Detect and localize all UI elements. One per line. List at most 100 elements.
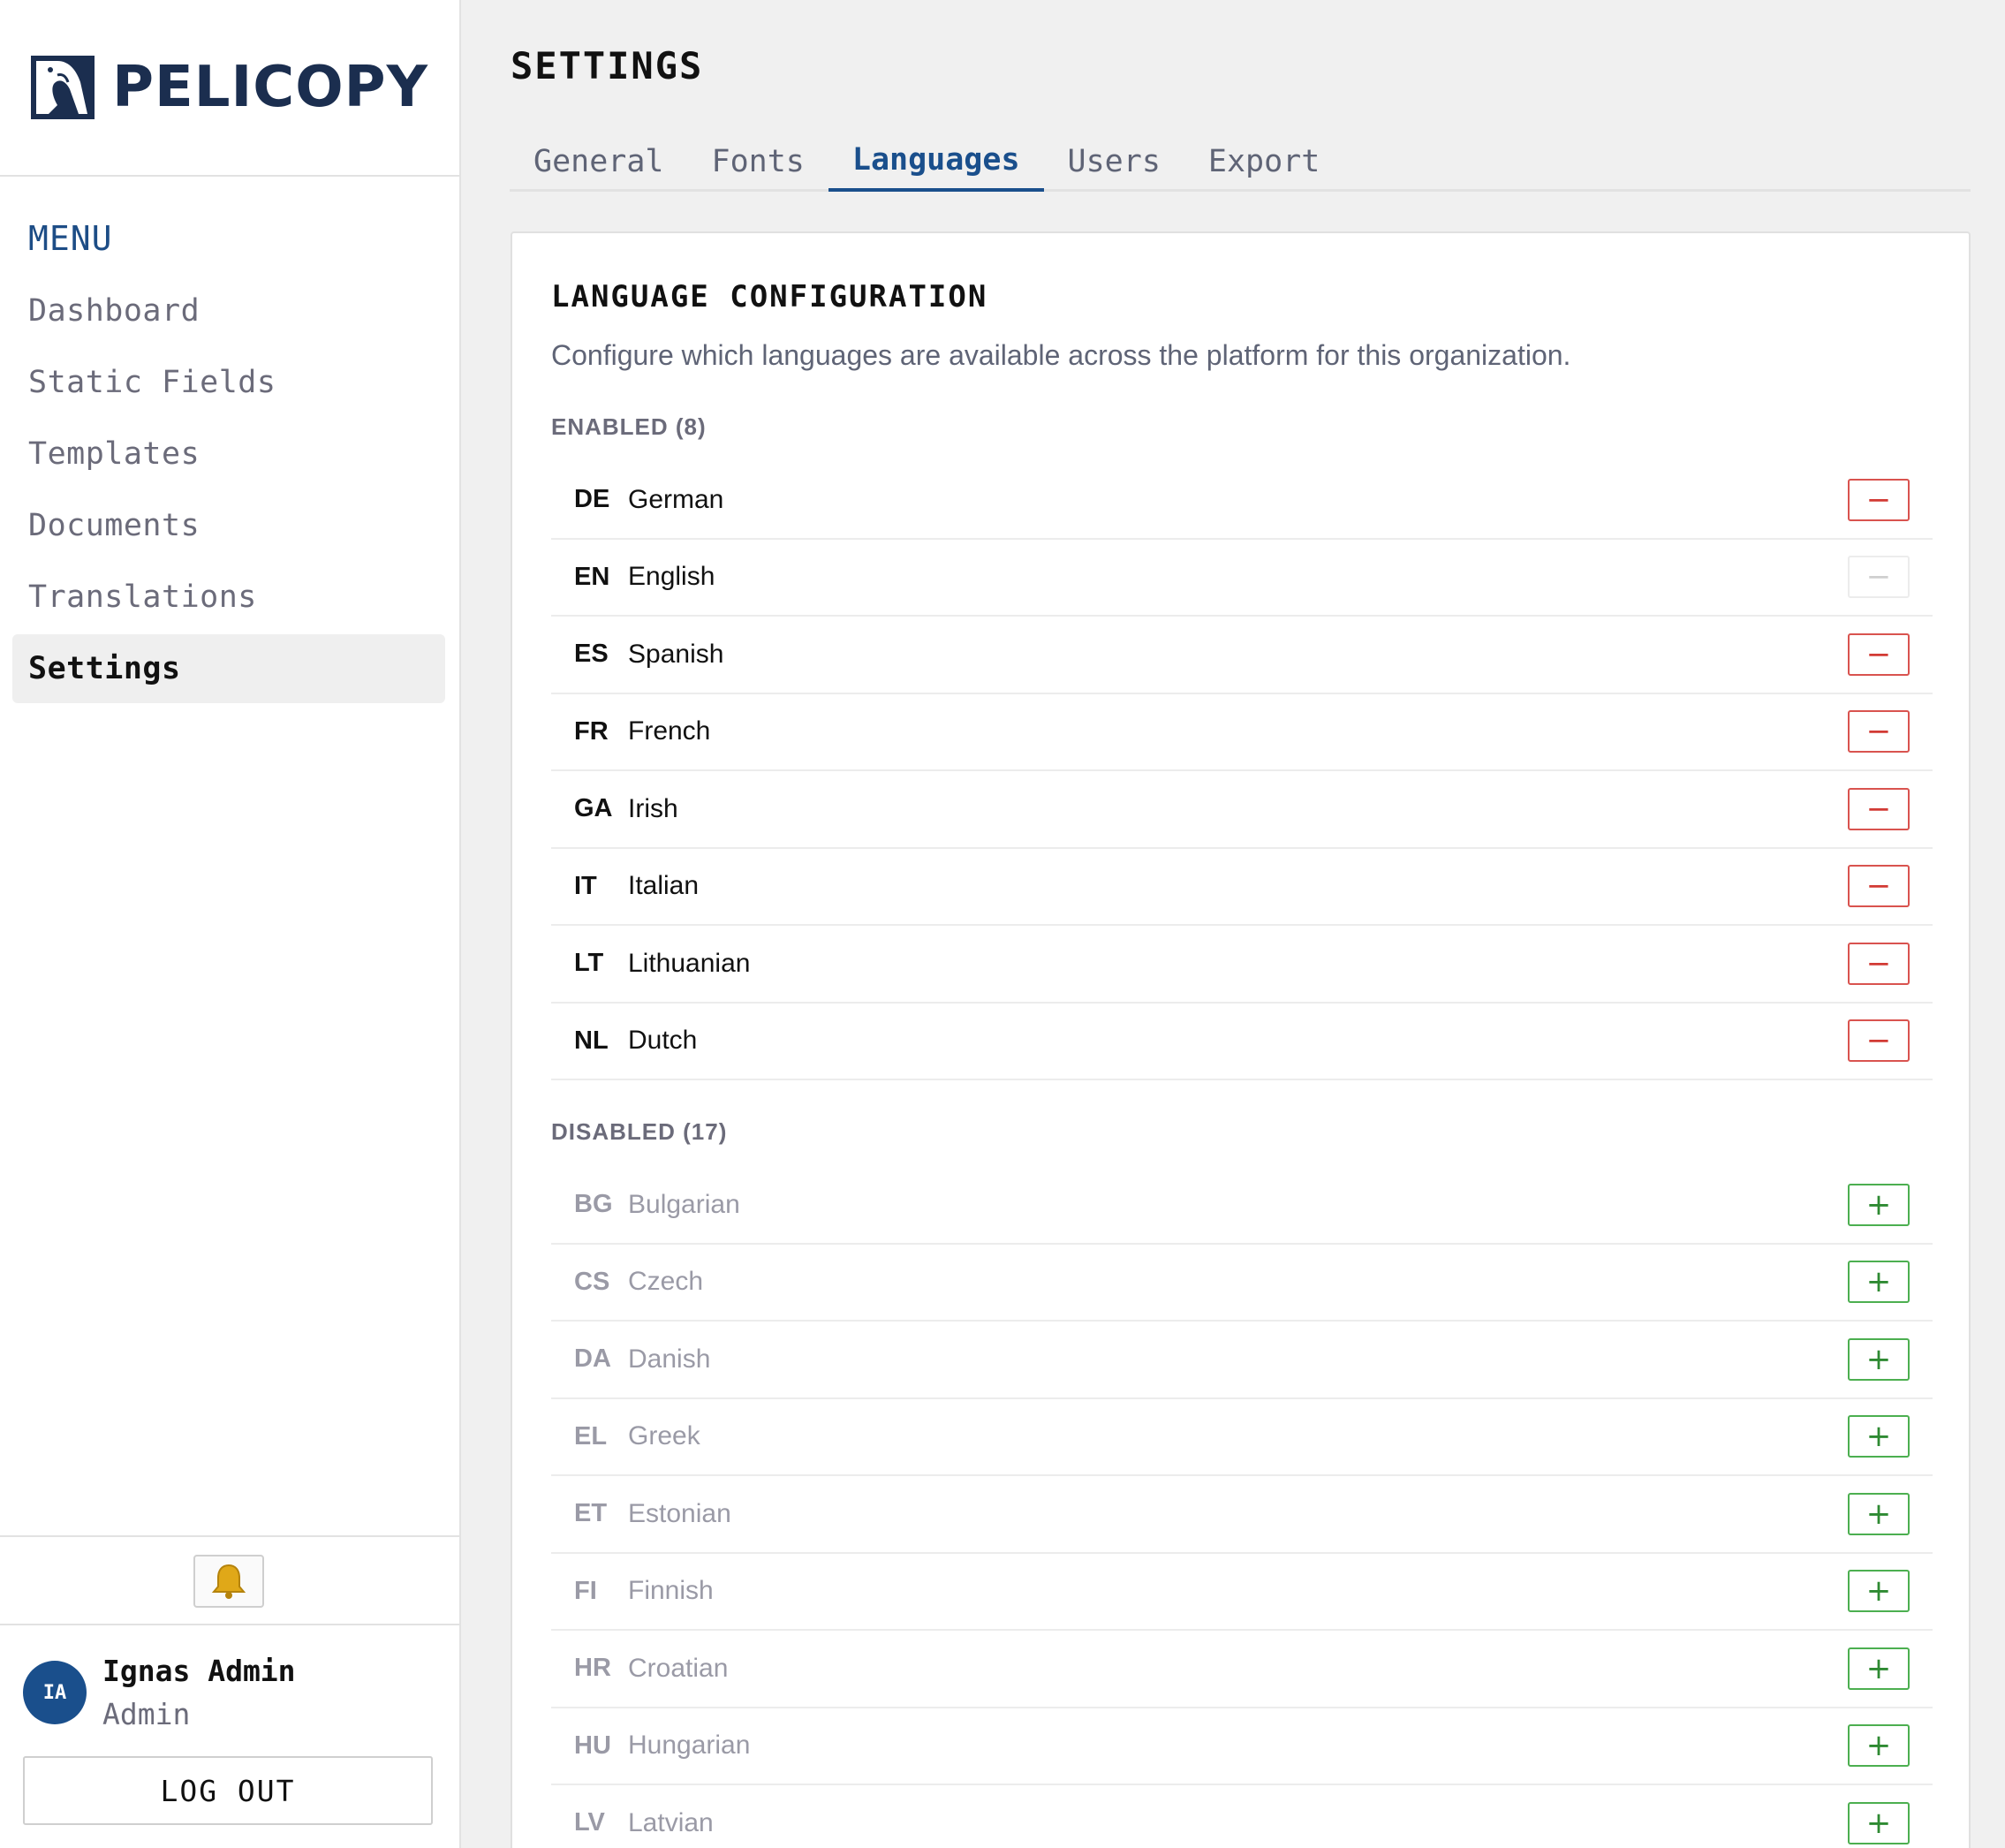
language-row: GA Irish − [551,771,1933,849]
language-code: FR [574,716,609,746]
add-language-button[interactable]: + [1848,1801,1910,1844]
tab-export[interactable]: Export [1184,131,1343,192]
sidebar-item-dashboard[interactable]: Dashboard [12,276,445,345]
add-language-button[interactable]: + [1848,1492,1910,1535]
add-language-button[interactable]: + [1848,1647,1910,1690]
language-name: Croatian [628,1653,729,1683]
language-name: Greek [628,1421,700,1451]
language-name: Estonian [628,1498,731,1528]
language-configuration-card: LANGUAGE CONFIGURATION Configure which l… [511,231,1971,1848]
remove-language-button[interactable]: − [1848,1019,1910,1063]
add-language-button[interactable]: + [1848,1261,1910,1304]
brand-name: PELICOPY [112,55,428,120]
enabled-section-label: ENABLED (8) [551,413,707,440]
language-code: NL [574,1026,609,1055]
language-row: EN English − [551,540,1933,617]
language-code: DE [574,485,610,514]
enabled-languages-list: DE German − EN English − ES Spanish − FR… [551,462,1933,1080]
remove-language-button[interactable]: − [1848,478,1910,521]
bell-icon[interactable] [193,1555,264,1608]
tab-languages[interactable]: Languages [828,131,1044,192]
language-name: Latvian [628,1807,714,1837]
notifications-area [0,1535,461,1625]
user-role: Admin [102,1697,191,1731]
language-code: BG [574,1190,613,1219]
language-row: LT Lithuanian − [551,926,1933,1004]
sidebar-item-settings[interactable]: Settings [12,634,445,703]
language-code: LT [574,949,604,978]
language-row: HU Hungarian + [551,1708,1933,1785]
logout-button[interactable]: LOG OUT [23,1756,433,1825]
page-title: SETTINGS [511,44,704,87]
brand-logo[interactable]: PELICOPY [0,0,459,177]
add-language-button[interactable]: + [1848,1724,1910,1768]
language-name: Czech [628,1267,704,1297]
language-code: EL [574,1421,608,1450]
language-name: Italian [628,871,700,901]
language-name: Danish [628,1344,711,1374]
language-row: BG Bulgarian + [551,1167,1933,1245]
language-row: DE German − [551,462,1933,540]
language-name: Finnish [628,1576,714,1606]
tab-fonts[interactable]: Fonts [688,131,828,192]
language-code: GA [574,794,613,823]
language-code: HR [574,1654,611,1683]
settings-tabs: General Fonts Languages Users Export [510,131,1971,192]
language-name: Dutch [628,1026,698,1056]
language-row: HR Croatian + [551,1631,1933,1708]
add-language-button[interactable]: + [1848,1415,1910,1458]
language-name: German [628,484,724,514]
remove-language-button[interactable]: − [1848,787,1910,830]
avatar: IA [23,1661,87,1724]
card-description: Configure which languages are available … [551,339,1571,371]
language-row: DA Danish + [551,1322,1933,1399]
sidebar-menu: Dashboard Static Fields Templates Docume… [12,276,445,706]
language-row: ET Estonian + [551,1476,1933,1554]
remove-language-button[interactable]: − [1848,942,1910,985]
sidebar: PELICOPY MENU Dashboard Static Fields Te… [0,0,461,1848]
pelican-logo-icon [31,56,95,119]
language-code: EN [574,562,610,591]
language-row: EL Greek + [551,1399,1933,1476]
language-code: HU [574,1731,611,1760]
add-language-button[interactable]: + [1848,1337,1910,1381]
user-profile: IA Ignas Admin Admin [23,1654,296,1731]
language-code: CS [574,1267,610,1296]
remove-language-button[interactable]: − [1848,710,1910,754]
language-code: ET [574,1499,608,1528]
tab-users[interactable]: Users [1044,131,1184,192]
language-row: FR French − [551,694,1933,771]
language-name: Spanish [628,639,724,669]
sidebar-item-templates[interactable]: Templates [12,420,445,489]
tab-general[interactable]: General [510,131,688,192]
disabled-section-label: DISABLED (17) [551,1118,728,1145]
language-code: ES [574,640,609,669]
language-row: CS Czech + [551,1245,1933,1322]
language-row: LV Latvian + [551,1785,1933,1848]
language-row: FI Finnish + [551,1554,1933,1631]
add-language-button[interactable]: + [1848,1570,1910,1613]
add-language-button[interactable]: + [1848,1183,1910,1226]
language-name: Bulgarian [628,1189,740,1219]
remove-language-button-disabled: − [1848,556,1910,599]
menu-title: MENU [28,219,113,258]
card-title: LANGUAGE CONFIGURATION [551,279,988,314]
language-row: IT Italian − [551,849,1933,926]
language-name: Lithuanian [628,948,751,978]
language-name: English [628,562,715,592]
language-name: French [628,716,711,746]
language-code: FI [574,1576,597,1605]
language-row: ES Spanish − [551,617,1933,694]
remove-language-button[interactable]: − [1848,865,1910,908]
language-code: DA [574,1344,611,1374]
user-name: Ignas Admin [102,1654,296,1688]
sidebar-item-translations[interactable]: Translations [12,563,445,632]
remove-language-button[interactable]: − [1848,632,1910,676]
language-name: Hungarian [628,1731,751,1761]
sidebar-item-documents[interactable]: Documents [12,491,445,560]
language-code: IT [574,871,597,900]
language-code: LV [574,1808,605,1837]
disabled-languages-list: BG Bulgarian + CS Czech + DA Danish + EL… [551,1167,1933,1848]
language-name: Irish [628,793,678,823]
sidebar-item-static-fields[interactable]: Static Fields [12,348,445,417]
